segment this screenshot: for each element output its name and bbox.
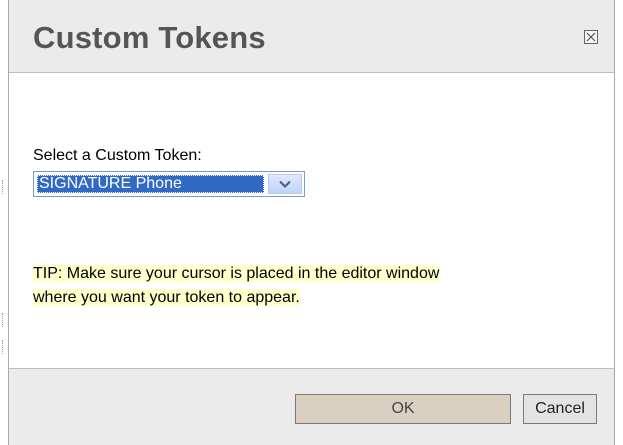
dropdown-button[interactable] xyxy=(268,174,302,194)
page-edge-mark xyxy=(2,313,5,327)
dialog-titlebar: Custom Tokens xyxy=(9,0,614,73)
page-edge xyxy=(0,0,8,445)
chevron-down-icon xyxy=(279,180,291,189)
ok-button[interactable]: OK xyxy=(295,394,511,424)
custom-token-select[interactable]: SIGNATURE Phone xyxy=(33,171,305,197)
dialog-body: Select a Custom Token: SIGNATURE Phone T… xyxy=(9,73,614,369)
dialog-footer: OK Cancel xyxy=(9,368,614,445)
dialog-title: Custom Tokens xyxy=(33,20,266,55)
tip-line-1: TIP: Make sure your cursor is placed in … xyxy=(33,265,440,282)
select-token-label: Select a Custom Token: xyxy=(33,147,202,164)
selected-token-value: SIGNATURE Phone xyxy=(37,175,264,193)
custom-tokens-dialog: Custom Tokens Select a Custom Token: SIG… xyxy=(8,0,615,445)
tip-text: TIP: Make sure your cursor is placed in … xyxy=(33,262,440,310)
page-edge-mark xyxy=(2,340,5,354)
page-edge-mark xyxy=(2,180,5,194)
tip-line-2: where you want your token to appear. xyxy=(33,289,300,306)
cancel-button[interactable]: Cancel xyxy=(523,394,597,424)
close-icon[interactable] xyxy=(584,30,598,44)
